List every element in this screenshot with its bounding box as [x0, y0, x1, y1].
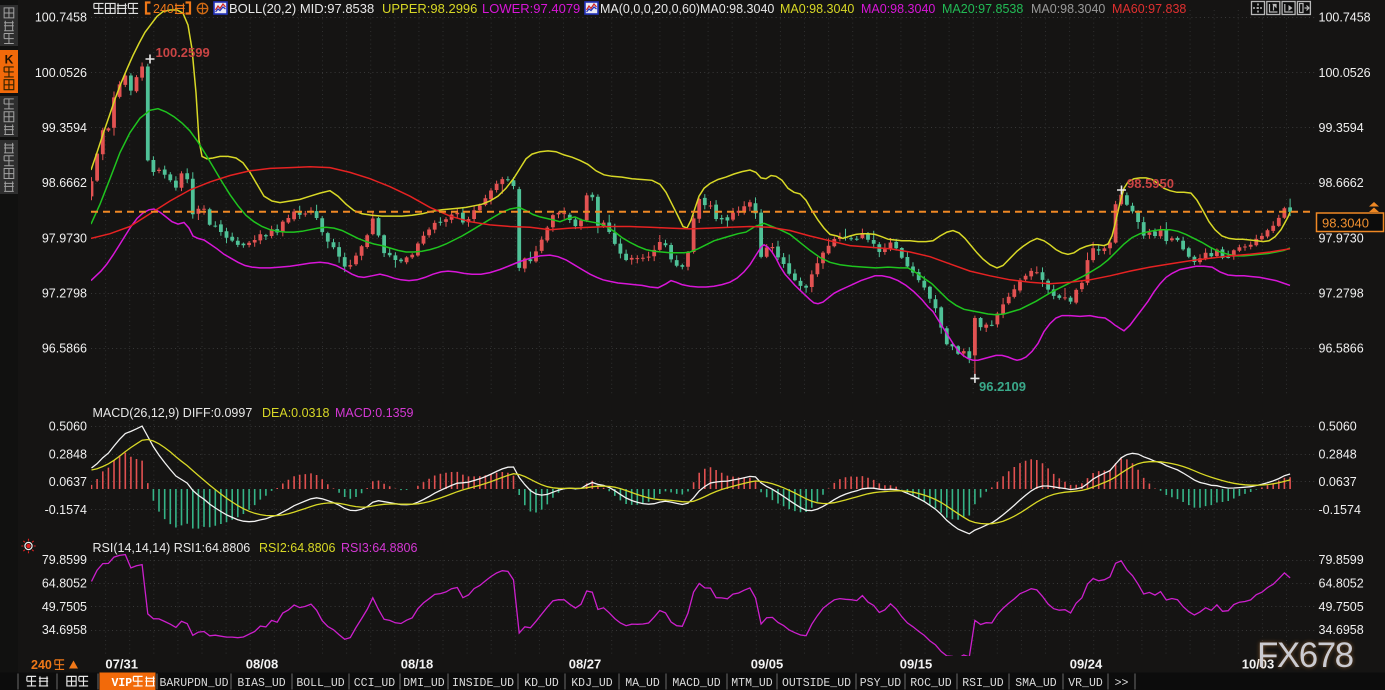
- svg-text:97.2798: 97.2798: [1319, 287, 1364, 301]
- svg-text:0.2848: 0.2848: [1319, 447, 1357, 461]
- svg-text:FX678: FX678: [1257, 636, 1353, 675]
- svg-text:MA20:97.8538: MA20:97.8538: [942, 2, 1023, 16]
- svg-text:MA(0,0,0,20,0,60): MA(0,0,0,20,0,60): [600, 2, 700, 16]
- svg-text:0.0637: 0.0637: [49, 475, 87, 489]
- svg-text:08/27: 08/27: [569, 657, 602, 672]
- svg-text:MA0:98.3040: MA0:98.3040: [780, 2, 854, 16]
- svg-text:79.8599: 79.8599: [42, 553, 87, 567]
- svg-text:09/15: 09/15: [900, 657, 933, 672]
- svg-text:0.5060: 0.5060: [1319, 420, 1357, 434]
- svg-text:BIAS_UD: BIAS_UD: [237, 677, 285, 690]
- svg-text:MA0:98.3040: MA0:98.3040: [1031, 2, 1105, 16]
- svg-text:96.5866: 96.5866: [1319, 342, 1364, 356]
- svg-text:08/18: 08/18: [401, 657, 434, 672]
- svg-text:VR_UD: VR_UD: [1068, 677, 1103, 690]
- svg-text:49.7505: 49.7505: [42, 600, 87, 614]
- svg-text:99.3594: 99.3594: [1319, 121, 1364, 135]
- svg-text:64.8052: 64.8052: [42, 577, 87, 591]
- svg-text:CCI_UD: CCI_UD: [354, 677, 396, 690]
- svg-text:KDJ_UD: KDJ_UD: [571, 677, 613, 690]
- svg-text:99.3594: 99.3594: [42, 121, 87, 135]
- svg-text:100.7458: 100.7458: [1319, 11, 1371, 25]
- svg-text:MA0:98.3040: MA0:98.3040: [861, 2, 935, 16]
- svg-text:KD_UD: KD_UD: [524, 677, 559, 690]
- svg-text:97.2798: 97.2798: [42, 287, 87, 301]
- svg-text:09/05: 09/05: [751, 657, 784, 672]
- svg-text:-0.1574: -0.1574: [45, 503, 87, 517]
- svg-text:97.9730: 97.9730: [42, 231, 87, 245]
- svg-text:-0.1574: -0.1574: [1319, 503, 1361, 517]
- svg-text:98.6662: 98.6662: [1319, 176, 1364, 190]
- svg-text:MA_UD: MA_UD: [625, 677, 660, 690]
- svg-text:DMI_UD: DMI_UD: [403, 677, 445, 690]
- svg-text:96.2109: 96.2109: [979, 379, 1026, 394]
- svg-text:98.6662: 98.6662: [42, 176, 87, 190]
- svg-text:K: K: [5, 53, 14, 67]
- svg-text:OUTSIDE_UD: OUTSIDE_UD: [782, 677, 851, 690]
- svg-text:ROC_UD: ROC_UD: [910, 677, 952, 690]
- svg-text:PSY_UD: PSY_UD: [860, 677, 902, 690]
- svg-text:08/08: 08/08: [246, 657, 279, 672]
- svg-text:49.7505: 49.7505: [1319, 600, 1364, 614]
- svg-text:INSIDE_UD: INSIDE_UD: [452, 677, 514, 690]
- svg-text:UPPER:98.2996: UPPER:98.2996: [382, 1, 477, 16]
- svg-text:MA60:97.838: MA60:97.838: [1112, 2, 1186, 16]
- svg-text:100.7458: 100.7458: [35, 11, 87, 25]
- svg-text:MACD_UD: MACD_UD: [672, 677, 720, 690]
- svg-text:BARUPDN_UD: BARUPDN_UD: [159, 677, 228, 690]
- svg-text:0.0637: 0.0637: [1319, 475, 1357, 489]
- svg-text:98.3040: 98.3040: [1322, 216, 1369, 231]
- svg-text:MTM_UD: MTM_UD: [731, 677, 773, 690]
- svg-text:98.5950: 98.5950: [1127, 176, 1174, 191]
- svg-text:MA0:98.3040: MA0:98.3040: [700, 2, 774, 16]
- svg-text:RSI(14,14,14) RSI1:64.8806: RSI(14,14,14) RSI1:64.8806: [93, 541, 251, 555]
- svg-text:0.5060: 0.5060: [49, 420, 87, 434]
- svg-text:MACD:0.1359: MACD:0.1359: [335, 406, 414, 420]
- svg-text:>>: >>: [1115, 677, 1129, 690]
- svg-text:09/24: 09/24: [1070, 657, 1103, 672]
- svg-text:100.0526: 100.0526: [1319, 66, 1371, 80]
- svg-text:100.0526: 100.0526: [35, 66, 87, 80]
- svg-text:79.8599: 79.8599: [1319, 553, 1364, 567]
- svg-text:100.2599: 100.2599: [156, 45, 210, 60]
- svg-text:VIP: VIP: [112, 677, 133, 690]
- svg-text:BOLL(20,2) MID:97.8538: BOLL(20,2) MID:97.8538: [229, 1, 374, 16]
- svg-text:96.5866: 96.5866: [42, 342, 87, 356]
- svg-text:LOWER:97.4079: LOWER:97.4079: [482, 1, 580, 16]
- svg-text:MACD(26,12,9) DIFF:0.0997: MACD(26,12,9) DIFF:0.0997: [93, 406, 253, 420]
- svg-text:BOLL_UD: BOLL_UD: [296, 677, 344, 690]
- svg-text:DEA:0.0318: DEA:0.0318: [262, 406, 329, 420]
- svg-text:RSI3:64.8806: RSI3:64.8806: [341, 541, 417, 555]
- svg-text:64.8052: 64.8052: [1319, 577, 1364, 591]
- svg-text:SMA_UD: SMA_UD: [1015, 677, 1057, 690]
- svg-text:RSI2:64.8806: RSI2:64.8806: [259, 541, 335, 555]
- svg-text:240: 240: [153, 2, 174, 16]
- svg-text:07/31: 07/31: [105, 657, 138, 672]
- svg-text:34.6958: 34.6958: [42, 623, 87, 637]
- svg-text:97.9730: 97.9730: [1319, 231, 1364, 245]
- svg-text:240: 240: [31, 658, 52, 672]
- svg-text:RSI_UD: RSI_UD: [962, 677, 1004, 690]
- svg-text:0.2848: 0.2848: [49, 447, 87, 461]
